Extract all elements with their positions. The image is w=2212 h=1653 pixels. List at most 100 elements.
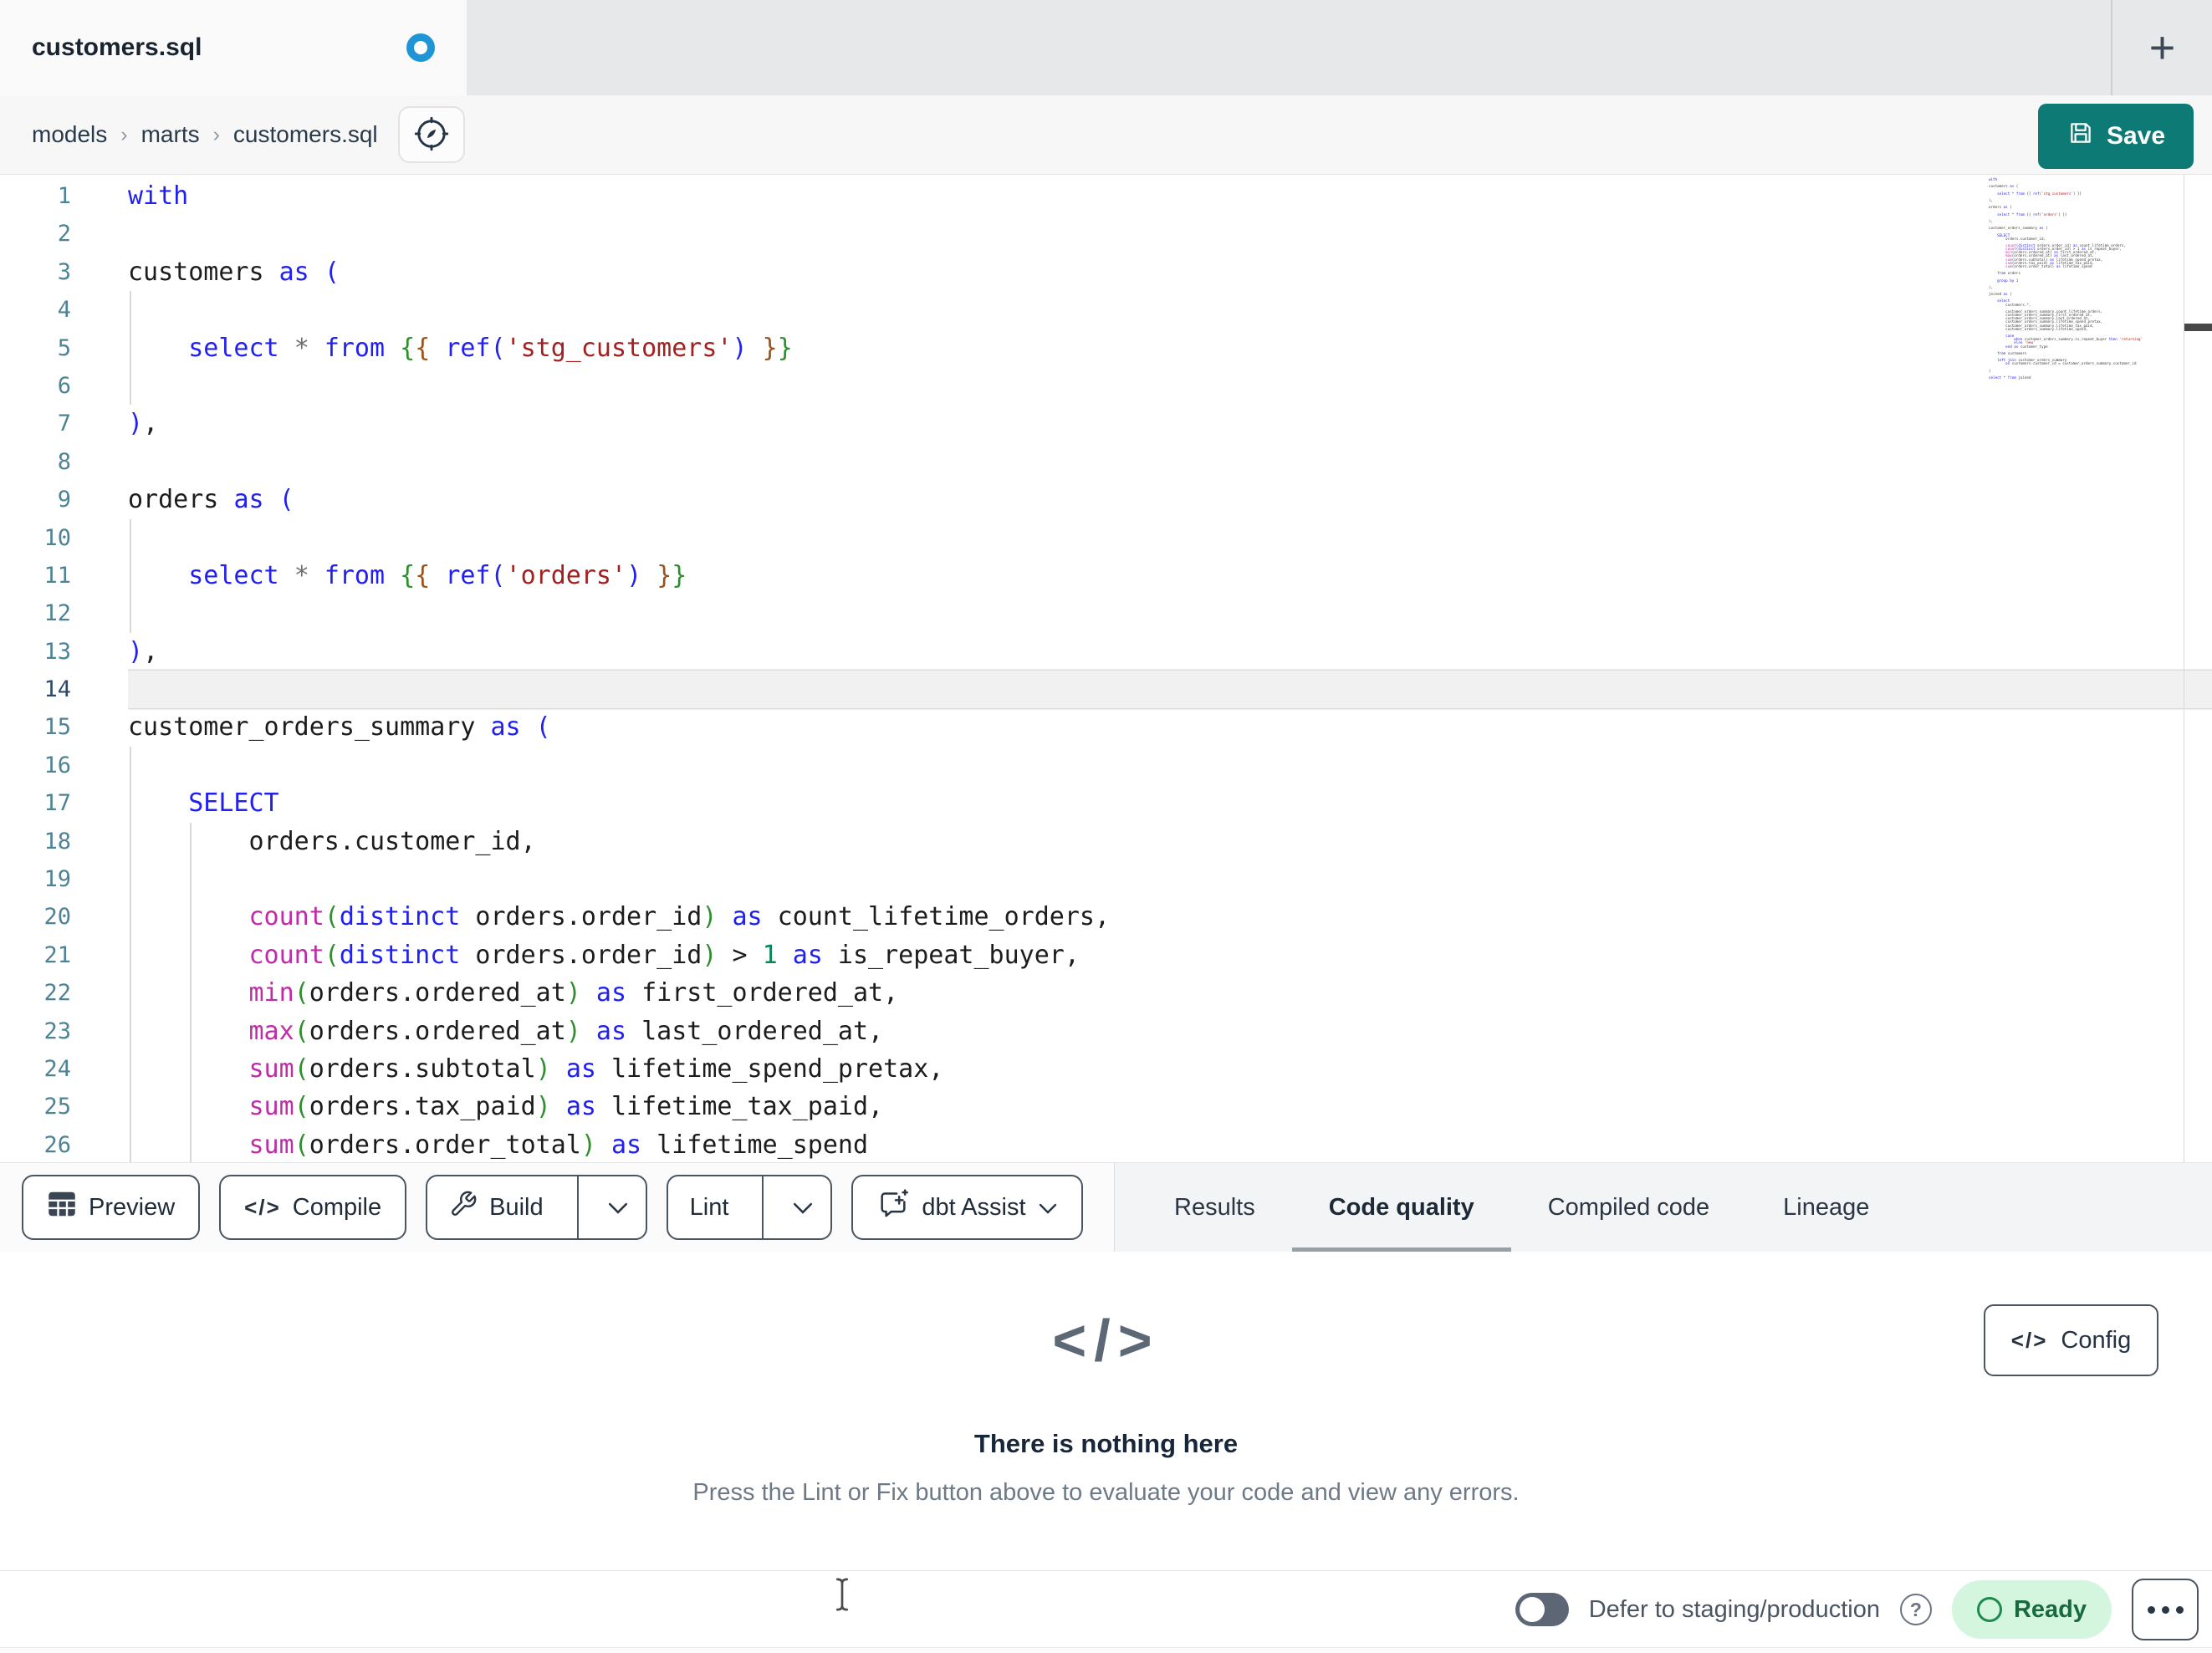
more-options-button[interactable] (2132, 1579, 2199, 1640)
status-bar-right: Defer to staging/production ? Ready (1515, 1571, 2199, 1648)
tab-compiled-code[interactable]: Compiled code (1511, 1163, 1746, 1253)
minimap-code: with customers as ( select * from {{ ref… (1989, 177, 2143, 380)
line-number: 7 (57, 411, 71, 437)
line-number: 24 (43, 1055, 71, 1082)
breadcrumb-separator: › (120, 122, 128, 146)
dbt-assist-button[interactable]: dbt Assist (851, 1175, 1083, 1240)
code-line-25[interactable]: 25 sum(orders.tax_paid) as lifetime_tax_… (0, 1088, 2212, 1126)
code-line-16[interactable]: 16 (0, 746, 2212, 785)
split-divider (762, 1176, 764, 1238)
assist-chat-sparkle-icon (876, 1187, 910, 1227)
code-line-3[interactable]: 3 customers as ( (0, 253, 2212, 291)
code-line-24[interactable]: 24 sum(orders.subtotal) as lifetime_spen… (0, 1049, 2212, 1089)
tab-lineage[interactable]: Lineage (1746, 1163, 1906, 1253)
lint-dropdown-button[interactable] (775, 1176, 830, 1238)
tab-title: customers.sql (32, 33, 202, 61)
status-badge: Ready (1951, 1580, 2112, 1639)
code-line-13[interactable]: 13), (0, 633, 2212, 671)
code-line-9[interactable]: 9 orders as ( (0, 481, 2212, 518)
code-line-15[interactable]: 15 customer_orders_summary as ( (0, 708, 2212, 746)
chevron-down-icon (792, 1194, 814, 1222)
line-number: 15 (43, 714, 71, 741)
new-tab-button[interactable]: + (2112, 0, 2212, 95)
build-dropdown-button[interactable] (590, 1176, 646, 1238)
line-number: 2 (57, 221, 71, 247)
code-line-18[interactable]: 18 orders.customer_id, (0, 822, 2212, 861)
line-number: 26 (43, 1131, 71, 1158)
code-line-22[interactable]: 22 min(orders.ordered_at) as first_order… (0, 974, 2212, 1013)
code-line-21[interactable]: 21 count(distinct orders.order_id) > 1 a… (0, 936, 2212, 975)
code-line-23[interactable]: 23 max(orders.ordered_at) as last_ordere… (0, 1012, 2212, 1050)
code-line-20[interactable]: 20 count(distinct orders.order_id) as co… (0, 898, 2212, 936)
line-number: 10 (43, 524, 71, 551)
text-cursor-icon (832, 1577, 852, 1616)
code-line-12[interactable]: 12 (0, 594, 2212, 633)
code-editor[interactable]: 1 with 2 3 customers as (4 5 select * from {{… (0, 175, 2212, 1165)
config-button[interactable]: </> Config (1984, 1304, 2158, 1376)
status-bar: Defer to staging/production ? Ready (0, 1570, 2212, 1648)
code-line-11[interactable]: 11 select * from {{ ref('orders') }} (0, 556, 2212, 595)
line-number: 1 (57, 183, 71, 209)
table-grid-icon (47, 1190, 77, 1225)
tab-results[interactable]: Results (1137, 1163, 1292, 1253)
line-number: 9 (57, 487, 71, 513)
breadcrumb-models[interactable]: models (32, 121, 107, 148)
bottom-strip (0, 1647, 2212, 1653)
line-number: 23 (43, 1018, 71, 1044)
defer-label: Defer to staging/production (1588, 1595, 1880, 1623)
empty-state-description: Press the Lint or Fix button above to ev… (692, 1479, 1520, 1506)
unsaved-changes-dot-icon (406, 33, 435, 62)
chevron-down-icon (607, 1194, 629, 1222)
build-button[interactable]: Build (427, 1176, 565, 1238)
defer-toggle[interactable] (1515, 1593, 1569, 1626)
breadcrumb-bar: models › marts › customers.sql Save (0, 95, 2212, 175)
dot-icon (2175, 1605, 2184, 1614)
dbt-ide-window: customers.sql + models › marts › custome… (0, 0, 2212, 1653)
build-split-button: Build (426, 1175, 647, 1240)
code-line-1[interactable]: 1 with (0, 177, 2212, 215)
line-number: 3 (57, 258, 71, 285)
code-line-2[interactable]: 2 (0, 215, 2212, 253)
line-number: 14 (43, 676, 71, 703)
build-label: Build (489, 1193, 544, 1221)
split-divider (576, 1176, 579, 1238)
dot-icon (2161, 1605, 2169, 1614)
code-line-17[interactable]: 17 SELECT (0, 784, 2212, 823)
compass-button[interactable] (398, 106, 465, 163)
code-line-26[interactable]: 26 sum(orders.order_total) as lifetime_s… (0, 1125, 2212, 1165)
breadcrumb-file[interactable]: customers.sql (233, 121, 378, 148)
line-number: 17 (43, 790, 71, 817)
code-line-19[interactable]: 19 (0, 860, 2212, 899)
save-floppy-icon (2066, 119, 2095, 154)
code-line-6[interactable]: 6 (0, 366, 2212, 406)
save-button[interactable]: Save (2038, 104, 2194, 169)
code-line-10[interactable]: 10 (0, 518, 2212, 557)
code-line-4[interactable]: 4 (0, 291, 2212, 329)
line-number: 6 (57, 372, 71, 399)
preview-button[interactable]: Preview (22, 1175, 201, 1240)
breadcrumb-separator: › (212, 122, 220, 146)
save-label: Save (2106, 122, 2166, 150)
line-number: 8 (57, 448, 71, 475)
code-brackets-icon: </> (1052, 1308, 1160, 1373)
code-line-14[interactable]: 14 (0, 671, 2212, 709)
help-icon[interactable]: ? (1899, 1594, 1932, 1625)
line-number: 20 (43, 904, 71, 931)
tab-code-quality[interactable]: Code quality (1291, 1163, 1511, 1253)
compass-icon (413, 115, 450, 155)
tab-strip: customers.sql + (0, 0, 2212, 95)
empty-state-title: There is nothing here (973, 1429, 1239, 1458)
compile-button[interactable]: </> Compile (219, 1175, 407, 1240)
code-line-8[interactable]: 8 (0, 443, 2212, 481)
code-line-5[interactable]: 5 select * from {{ ref('stg_customers') … (0, 329, 2212, 367)
minimap[interactable]: with customers as ( select * from {{ ref… (1989, 177, 2156, 380)
tab-customers-sql[interactable]: customers.sql (0, 0, 467, 95)
scrollbar-thumb[interactable] (2184, 324, 2212, 331)
lint-button[interactable]: Lint (668, 1176, 751, 1238)
editor-toolbar: Preview </> Compile Build Lint dbt Assis… (0, 1162, 2212, 1253)
code-line-7[interactable]: 7), (0, 405, 2212, 442)
status-ring-icon (1976, 1597, 2002, 1622)
toolbar-divider (1114, 1163, 1115, 1253)
line-number: 16 (43, 752, 71, 778)
breadcrumb-marts[interactable]: marts (141, 121, 200, 148)
